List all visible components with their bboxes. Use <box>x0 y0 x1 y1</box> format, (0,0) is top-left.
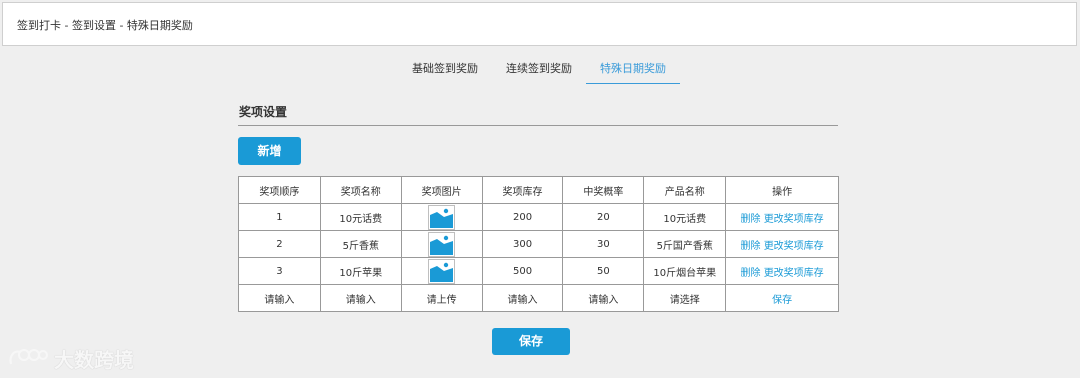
cell-order: 2 <box>238 230 321 258</box>
table-row: 1 10元话费 200 20 10元话费 删除 更改奖项库存 <box>238 203 839 231</box>
cell-name: 10元话费 <box>319 203 402 231</box>
image-placeholder-icon[interactable] <box>428 258 456 284</box>
tab-basic-checkin-reward[interactable]: 基础签到奖励 <box>412 62 478 84</box>
tab-special-date-reward[interactable]: 特殊日期奖励 <box>586 62 680 84</box>
cell-stock: 200 <box>481 203 564 231</box>
stock-input[interactable]: 请输入 <box>481 284 564 312</box>
cell-name: 5斤香蕉 <box>319 230 402 258</box>
add-button[interactable]: 新增 <box>238 137 301 165</box>
header-probability: 中奖概率 <box>562 176 645 204</box>
watermark-logo-icon <box>9 349 48 365</box>
delete-link[interactable]: 删除 <box>741 268 761 279</box>
cell-actions: 删除 更改奖项库存 <box>725 257 839 285</box>
edit-stock-link[interactable]: 更改奖项库存 <box>764 268 824 279</box>
save-button[interactable]: 保存 <box>492 328 570 355</box>
watermark-text: 大数跨境 <box>54 348 134 372</box>
cell-probability: 50 <box>562 257 645 285</box>
section-title: 奖项设置 <box>239 105 288 119</box>
header-actions: 操作 <box>725 176 839 204</box>
header-stock: 奖项库存 <box>481 176 564 204</box>
delete-link[interactable]: 删除 <box>741 241 761 252</box>
cell-name: 10斤苹果 <box>319 257 402 285</box>
table-row: 3 10斤苹果 500 50 10斤烟台苹果 删除 更改奖项库存 <box>238 257 839 285</box>
cell-image <box>400 203 483 231</box>
header-product: 产品名称 <box>643 176 727 204</box>
product-select[interactable]: 请选择 <box>643 284 727 312</box>
cell-stock: 500 <box>481 257 564 285</box>
image-placeholder-icon[interactable] <box>428 231 456 257</box>
input-row: 请输入 请输入 请上传 请输入 请输入 请选择 保存 <box>238 284 839 312</box>
cell-probability: 20 <box>562 203 645 231</box>
table-row: 2 5斤香蕉 300 30 5斤国产香蕉 删除 更改奖项库存 <box>238 230 839 258</box>
delete-link[interactable]: 删除 <box>741 214 761 225</box>
cell-probability: 30 <box>562 230 645 258</box>
row-actions: 保存 <box>725 284 839 312</box>
name-input[interactable]: 请输入 <box>319 284 402 312</box>
row-save-link[interactable]: 保存 <box>772 295 792 306</box>
order-input[interactable]: 请输入 <box>238 284 321 312</box>
cell-product: 5斤国产香蕉 <box>643 230 727 258</box>
tab-continuous-checkin-reward[interactable]: 连续签到奖励 <box>506 62 572 84</box>
edit-stock-link[interactable]: 更改奖项库存 <box>764 214 824 225</box>
cell-image <box>400 230 483 258</box>
edit-stock-link[interactable]: 更改奖项库存 <box>764 241 824 252</box>
header-name: 奖项名称 <box>319 176 402 204</box>
cell-product: 10斤烟台苹果 <box>643 257 727 285</box>
cell-order: 1 <box>238 203 321 231</box>
header-order: 奖项顺序 <box>238 176 321 204</box>
image-placeholder-icon[interactable] <box>428 204 456 230</box>
cell-image <box>400 257 483 285</box>
header-image: 奖项图片 <box>400 176 483 204</box>
probability-input[interactable]: 请输入 <box>562 284 645 312</box>
section-divider <box>238 125 838 126</box>
cell-actions: 删除 更改奖项库存 <box>725 203 839 231</box>
table-header-row: 奖项顺序 奖项名称 奖项图片 奖项库存 中奖概率 产品名称 操作 <box>238 176 839 204</box>
cell-stock: 300 <box>481 230 564 258</box>
awards-table: 奖项顺序 奖项名称 奖项图片 奖项库存 中奖概率 产品名称 操作 1 10元话费… <box>238 176 839 312</box>
cell-actions: 删除 更改奖项库存 <box>725 230 839 258</box>
cell-order: 3 <box>238 257 321 285</box>
breadcrumb: 签到打卡 - 签到设置 - 特殊日期奖励 <box>2 2 1077 46</box>
image-upload[interactable]: 请上传 <box>400 284 483 312</box>
cell-product: 10元话费 <box>643 203 727 231</box>
tab-bar: 基础签到奖励 连续签到奖励 特殊日期奖励 <box>0 62 1080 84</box>
